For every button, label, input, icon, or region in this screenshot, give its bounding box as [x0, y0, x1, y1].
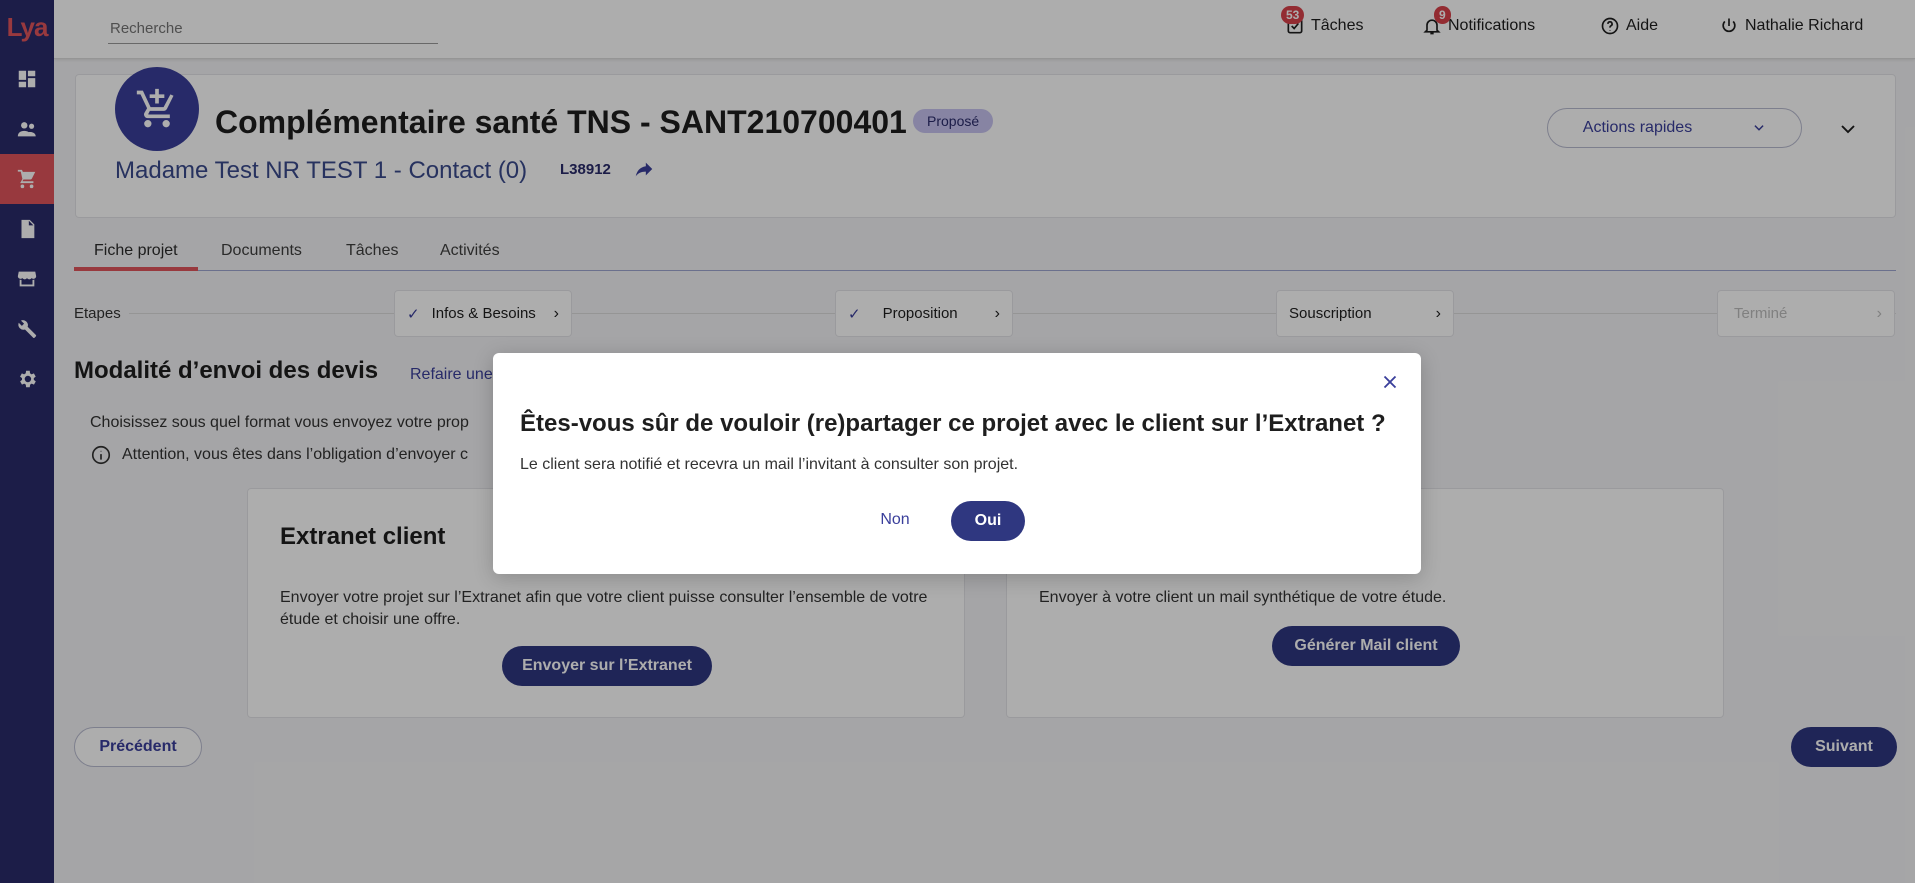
close-icon [1383, 375, 1397, 389]
close-button[interactable] [1379, 371, 1401, 393]
dialog-text: Le client sera notifié et recevra un mai… [520, 456, 1019, 473]
dialog-title: Êtes-vous sûr de vouloir (re)partager ce… [520, 410, 1386, 437]
dialog-no-button[interactable]: Non [865, 501, 925, 539]
confirm-dialog: Êtes-vous sûr de vouloir (re)partager ce… [493, 353, 1421, 574]
dialog-yes-button[interactable]: Oui [951, 501, 1025, 541]
